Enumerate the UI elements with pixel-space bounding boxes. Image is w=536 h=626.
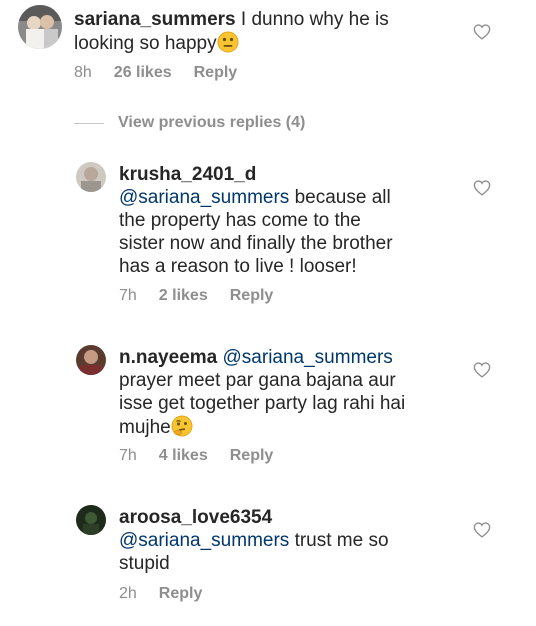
comment-likes[interactable]: 4 likes	[159, 446, 208, 466]
avatar[interactable]	[76, 505, 106, 535]
reply-button[interactable]: Reply	[230, 446, 274, 466]
avatar[interactable]	[76, 162, 106, 192]
comment-mention[interactable]: @sariana_summers	[223, 347, 393, 368]
avatar[interactable]	[18, 5, 62, 49]
comment-text: krusha_2401_d @sariana_summers because a…	[119, 163, 469, 278]
comment-likes[interactable]: 26 likes	[114, 63, 172, 83]
comment-meta: 8h 26 likes Reply	[74, 63, 237, 83]
comment-text: aroosa_love6354 @sariana_summers trust m…	[119, 506, 469, 575]
comment-text: n.nayeema @sariana_summers prayer meet p…	[119, 346, 469, 443]
comment-time: 7h	[119, 287, 137, 304]
comment-body: trust me so	[294, 530, 389, 551]
avatar[interactable]	[76, 345, 106, 375]
comment-likes[interactable]: 2 likes	[159, 286, 208, 306]
comment-time: 8h	[74, 64, 92, 81]
comment-text: sariana_summers I dunno why he is lookin…	[74, 8, 464, 59]
comment-mention[interactable]: @sariana_summers	[119, 530, 289, 551]
comment-mention[interactable]: @sariana_summers	[119, 187, 289, 208]
comment-username[interactable]: aroosa_love6354	[119, 507, 272, 528]
comment-username[interactable]: n.nayeema	[119, 347, 217, 368]
thinking-face-icon	[171, 415, 193, 443]
comment-body-line3: isse get together party lag rahi hai	[119, 393, 406, 414]
reply-button[interactable]: Reply	[230, 286, 274, 306]
reply-button[interactable]: Reply	[194, 63, 238, 83]
comment-body-line3: sister now and finally the brother	[119, 233, 393, 254]
comment-time: 2h	[119, 585, 137, 602]
comment-username[interactable]: sariana_summers	[74, 9, 236, 30]
comment-body-line2: the property has come to the	[119, 210, 361, 231]
comment-body: because all	[294, 187, 391, 208]
comment-body-line4: has a reason to live ! looser!	[119, 256, 357, 277]
heart-outline-icon[interactable]	[473, 522, 491, 538]
view-replies-label: View previous replies (4)	[118, 114, 306, 131]
view-previous-replies-button[interactable]: View previous replies (4)	[74, 113, 305, 133]
heart-outline-icon[interactable]	[473, 180, 491, 196]
comment-body-line4: mujhe	[119, 417, 171, 438]
heart-outline-icon[interactable]	[473, 362, 491, 378]
comment-meta: 7h 2 likes Reply	[119, 286, 273, 306]
neutral-face-icon	[217, 31, 239, 59]
comment-body-line2: prayer meet par gana bajana aur	[119, 370, 396, 391]
comment-body: I dunno why he is	[240, 9, 389, 30]
comment-meta: 2h Reply	[119, 584, 202, 604]
comment-meta: 7h 4 likes Reply	[119, 446, 273, 466]
comment-username[interactable]: krusha_2401_d	[119, 164, 256, 185]
divider	[74, 122, 104, 124]
reply-button[interactable]: Reply	[159, 584, 203, 604]
comment-body-line2: stupid	[119, 553, 170, 574]
heart-outline-icon[interactable]	[473, 24, 491, 40]
comment-body-line2: looking so happy	[74, 33, 217, 54]
comment-time: 7h	[119, 447, 137, 464]
